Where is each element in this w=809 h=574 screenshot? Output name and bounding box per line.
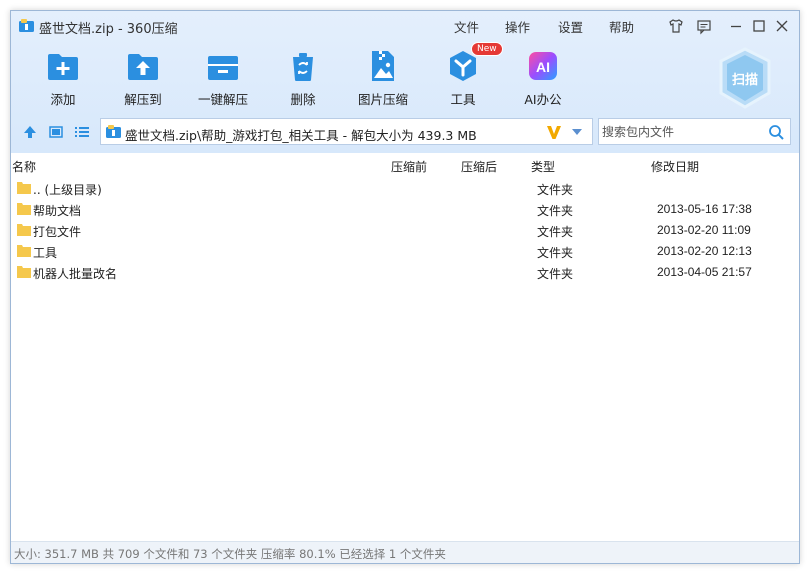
file-modified: 2013-02-20 11:09: [657, 223, 751, 237]
image-compress-icon: [372, 51, 394, 81]
title-bar: 盛世文档.zip - 360压缩 文件 操作 设置 帮助: [11, 11, 799, 41]
delete-icon: [293, 53, 313, 81]
feedback-message-icon[interactable]: [695, 17, 713, 35]
new-badge: New: [471, 42, 503, 56]
minimize-icon[interactable]: [727, 17, 745, 35]
chevron-down-icon[interactable]: [570, 126, 584, 138]
menu-file[interactable]: 文件: [454, 17, 479, 36]
extract-to-label: 解压到: [124, 92, 162, 107]
file-modified: 2013-02-20 12:13: [657, 244, 752, 258]
verified-v-icon[interactable]: [545, 123, 563, 141]
file-list: 名称 压缩前 压缩后 类型 修改日期 .. (上级目录) 文件夹 帮助文档 文件…: [11, 153, 799, 541]
address-path: 盛世文档.zip\帮助_游戏打包_相关工具 - 解包大小为 439.3 MB: [125, 128, 477, 143]
delete-label: 删除: [290, 92, 316, 107]
column-header-before[interactable]: 压缩前: [391, 158, 427, 175]
image-compress-button[interactable]: 图片压缩: [348, 49, 418, 119]
file-modified: 2013-04-05 21:57: [657, 265, 752, 279]
scan-label: 扫描: [731, 73, 758, 88]
scan-button[interactable]: 扫描: [717, 47, 773, 109]
add-button[interactable]: 添加: [28, 49, 98, 119]
column-header-modified[interactable]: 修改日期: [651, 158, 699, 175]
folder-icon: [17, 266, 31, 278]
image-compress-label: 图片压缩: [357, 92, 408, 107]
status-bar: 大小: 351.7 MB 共 709 个文件和 73 个文件夹 压缩率 80.1…: [11, 541, 799, 563]
menu-settings[interactable]: 设置: [558, 17, 583, 36]
column-header-name[interactable]: 名称: [12, 158, 36, 175]
zip-archive-icon: [106, 125, 121, 138]
window-chrome: 盛世文档.zip - 360压缩 文件 操作 设置 帮助 添加 解压到 一键解压…: [11, 11, 799, 153]
ai-office-label: AI办公: [524, 92, 562, 107]
maximize-icon[interactable]: [750, 17, 768, 35]
file-name: .. (上级目录): [33, 183, 102, 197]
add-icon: [48, 54, 78, 80]
file-name: 工具: [33, 246, 58, 260]
close-icon[interactable]: [773, 17, 791, 35]
table-row[interactable]: .. (上级目录) 文件夹: [11, 178, 799, 199]
one-click-extract-icon: [208, 56, 238, 80]
column-header-type[interactable]: 类型: [531, 158, 555, 175]
file-type: 文件夹: [537, 225, 574, 239]
list-view-icon[interactable]: [73, 123, 91, 141]
file-name: 帮助文档: [33, 204, 82, 218]
table-row[interactable]: 打包文件 文件夹 2013-02-20 11:09: [11, 220, 799, 241]
folder-icon: [17, 203, 31, 215]
file-type: 文件夹: [537, 183, 574, 197]
extract-to-icon: [128, 54, 158, 80]
svg-text:AI: AI: [536, 59, 550, 75]
file-name: 机器人批量改名: [33, 267, 118, 281]
skin-shirt-icon[interactable]: [667, 17, 685, 35]
table-row[interactable]: 机器人批量改名 文件夹 2013-04-05 21:57: [11, 262, 799, 283]
window-title: 盛世文档.zip - 360压缩: [39, 22, 178, 37]
column-header-after[interactable]: 压缩后: [461, 158, 497, 175]
extract-to-button[interactable]: 解压到: [108, 49, 178, 119]
ai-office-icon: AI: [529, 52, 557, 80]
delete-button[interactable]: 删除: [268, 49, 338, 119]
status-text: 大小: 351.7 MB 共 709 个文件和 73 个文件夹 压缩率 80.1…: [14, 547, 446, 561]
file-type: 文件夹: [537, 267, 574, 281]
app-logo-icon: [19, 19, 34, 32]
table-row[interactable]: 帮助文档 文件夹 2013-05-16 17:38: [11, 199, 799, 220]
ai-office-button[interactable]: AI AI办公: [508, 49, 578, 119]
folder-icon: [17, 224, 31, 236]
folder-icon: [17, 182, 31, 194]
one-click-extract-label: 一键解压: [197, 92, 248, 107]
folder-icon: [17, 245, 31, 257]
file-modified: 2013-05-16 17:38: [657, 202, 752, 216]
file-name: 打包文件: [33, 225, 82, 239]
one-click-extract-button[interactable]: 一键解压: [188, 49, 258, 119]
search-box[interactable]: [598, 118, 791, 145]
table-row[interactable]: 工具 文件夹 2013-02-20 12:13: [11, 241, 799, 262]
thumbnail-view-icon[interactable]: [47, 123, 65, 141]
menu-help[interactable]: 帮助: [609, 17, 634, 36]
go-up-arrow-icon[interactable]: [21, 123, 39, 141]
menu-operation[interactable]: 操作: [505, 17, 530, 36]
add-label: 添加: [50, 92, 76, 107]
search-icon[interactable]: [768, 124, 785, 141]
file-type: 文件夹: [537, 246, 574, 260]
file-type: 文件夹: [537, 204, 574, 218]
tools-label: 工具: [450, 92, 476, 107]
address-bar[interactable]: 盛世文档.zip\帮助_游戏打包_相关工具 - 解包大小为 439.3 MB: [100, 118, 593, 145]
search-input[interactable]: [602, 123, 762, 141]
tools-button[interactable]: New 工具: [428, 42, 503, 119]
app-window: 盛世文档.zip - 360压缩 文件 操作 设置 帮助 添加 解压到 一键解压…: [10, 10, 800, 564]
